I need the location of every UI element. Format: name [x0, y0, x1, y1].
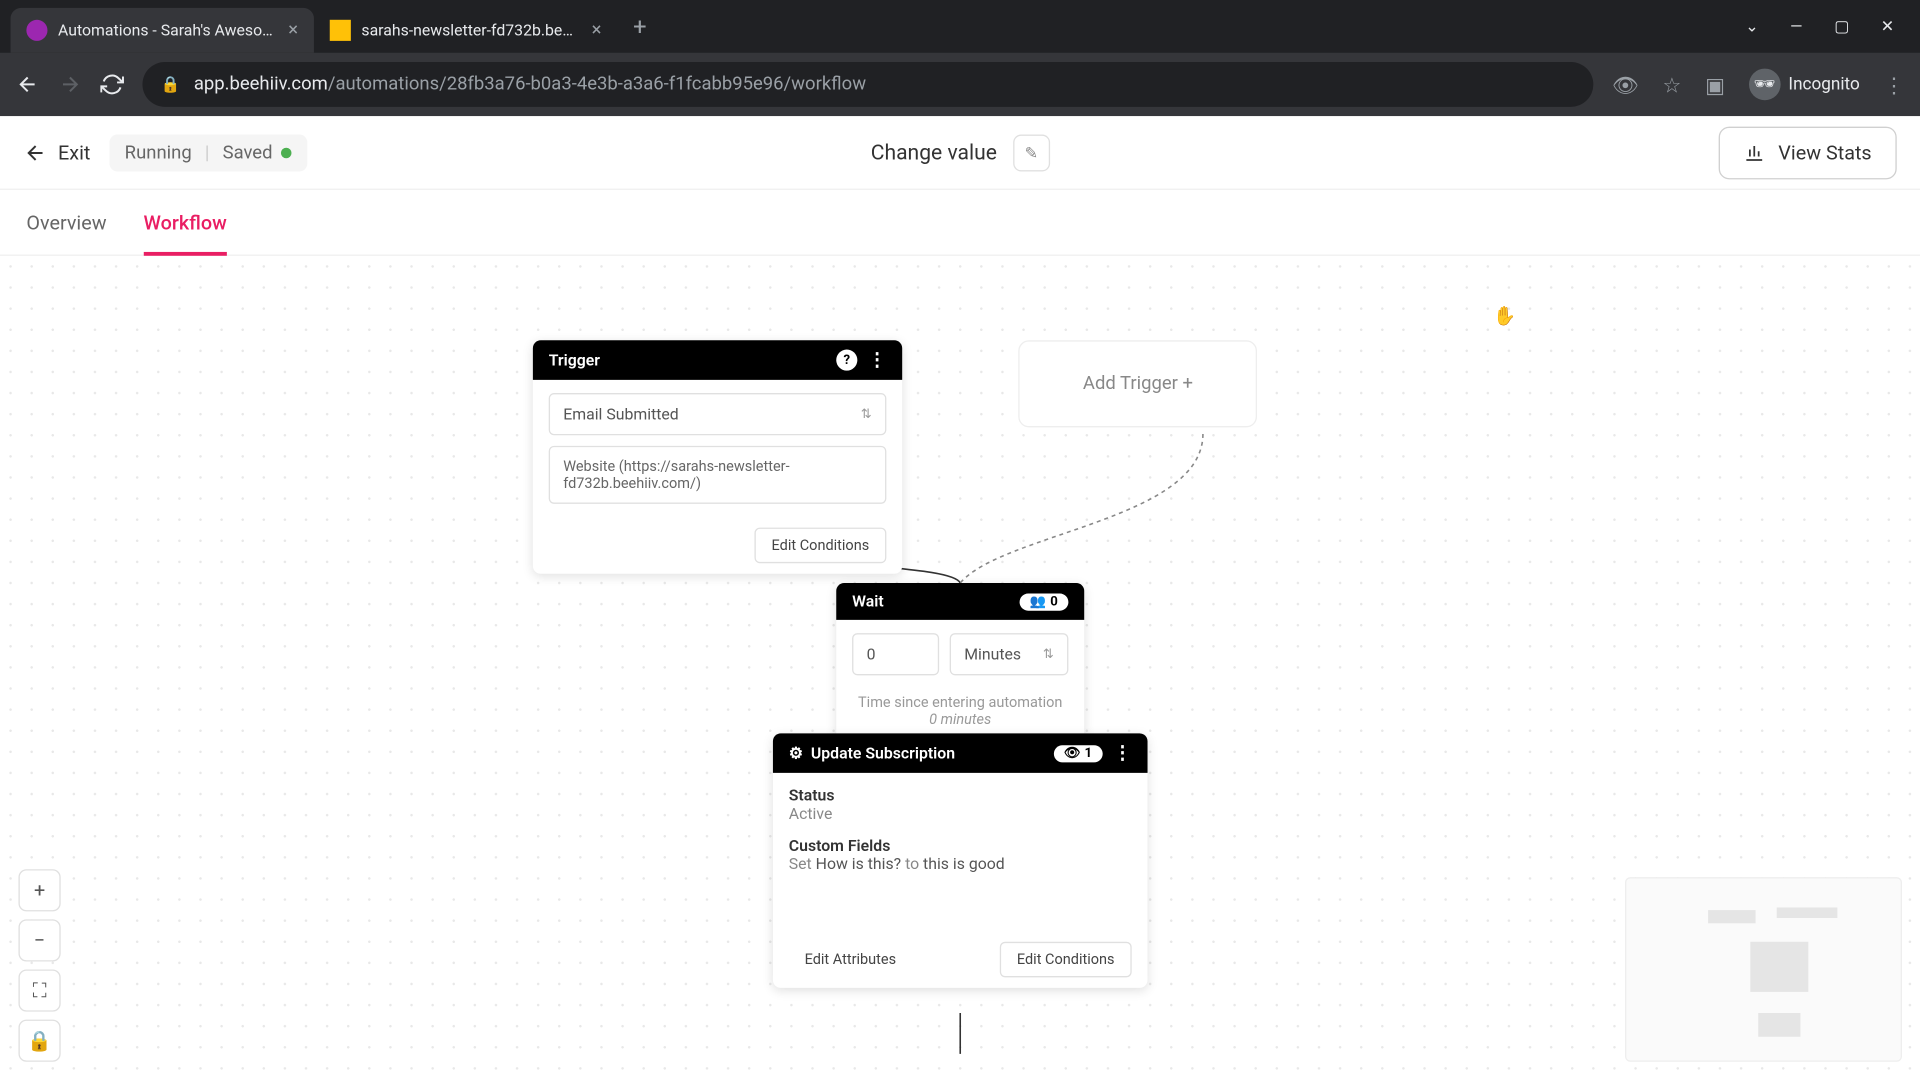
- user-edit-icon: ⚙: [789, 744, 803, 762]
- edit-conditions-button[interactable]: Edit Conditions: [754, 528, 886, 564]
- update-title: Update Subscription: [811, 744, 955, 762]
- status-label: Status: [789, 786, 1132, 804]
- edit-conditions-button[interactable]: Edit Conditions: [1000, 942, 1132, 978]
- kebab-icon[interactable]: ⋮: [868, 350, 886, 371]
- wait-header: Wait 👥 0: [836, 583, 1084, 620]
- browser-tab-strip: Automations - Sarah's Awesome × sarahs-n…: [0, 0, 1920, 53]
- close-icon[interactable]: ×: [288, 20, 298, 41]
- add-trigger-label: Add Trigger +: [1083, 373, 1193, 394]
- status-value: Active: [789, 805, 1132, 823]
- chevron-updown-icon: ⇅: [861, 407, 872, 422]
- menu-icon[interactable]: ⋮: [1884, 72, 1905, 97]
- reload-button[interactable]: [100, 73, 124, 97]
- window-controls: ⌄ ― ▢ ✕: [1745, 17, 1910, 35]
- url-host: app.beehiiv.com/automations/28fb3a76-b0a…: [194, 74, 866, 95]
- exit-label: Exit: [58, 140, 90, 164]
- wait-title: Wait: [852, 592, 884, 610]
- saved-dot-icon: [280, 147, 291, 158]
- tab-title: sarahs-newsletter-fd732b.beehii: [361, 21, 581, 39]
- chevron-updown-icon: ⇅: [1043, 647, 1054, 662]
- trigger-node[interactable]: Trigger ? ⋮ Email Submitted ⇅ Website (h…: [533, 340, 902, 573]
- forward-button[interactable]: [58, 73, 82, 97]
- incognito-icon: 🕶: [1749, 69, 1781, 101]
- canvas-controls: + − ⛶ 🔒: [18, 869, 60, 1062]
- bar-chart-icon: [1744, 142, 1765, 163]
- status-saved: Saved: [223, 142, 291, 163]
- fit-view-button[interactable]: ⛶: [18, 969, 60, 1011]
- zoom-out-button[interactable]: −: [18, 919, 60, 961]
- incognito-indicator[interactable]: 🕶 Incognito: [1749, 69, 1860, 101]
- custom-fields-value: Set How is this? to this is good: [789, 855, 1132, 873]
- status-running: Running: [125, 142, 192, 163]
- wait-value-input[interactable]: [852, 633, 939, 675]
- tab-favicon: [330, 20, 351, 41]
- trigger-header: Trigger ? ⋮: [533, 340, 902, 380]
- help-icon[interactable]: ?: [836, 350, 857, 371]
- minimize-icon[interactable]: ―: [1790, 17, 1802, 35]
- star-icon[interactable]: ☆: [1662, 72, 1681, 97]
- browser-toolbar: 🔒 app.beehiiv.com/automations/28fb3a76-b…: [0, 53, 1920, 116]
- app-tabs: Overview Workflow: [0, 190, 1920, 256]
- wait-unit-value: Minutes: [964, 645, 1021, 663]
- app-root: Exit Running | Saved Change value ✎ View…: [0, 116, 1920, 1080]
- eye-off-icon[interactable]: 👁: [1612, 72, 1639, 97]
- new-tab-button[interactable]: +: [617, 13, 662, 41]
- tab-title: Automations - Sarah's Awesome: [58, 21, 278, 39]
- browser-tab-2[interactable]: sarahs-newsletter-fd732b.beehii ×: [314, 8, 617, 53]
- update-header: ⚙ Update Subscription 👁 1 ⋮: [773, 733, 1148, 773]
- trigger-condition[interactable]: Website (https://sarahs-newsletter-fd732…: [549, 446, 887, 504]
- workflow-title-group: Change value ✎: [871, 134, 1050, 171]
- workflow-canvas[interactable]: Trigger ? ⋮ Email Submitted ⇅ Website (h…: [0, 256, 1920, 1080]
- trigger-title: Trigger: [549, 351, 600, 369]
- app-header: Exit Running | Saved Change value ✎ View…: [0, 116, 1920, 190]
- exit-button[interactable]: Exit: [24, 140, 91, 164]
- edit-attributes-button[interactable]: Edit Attributes: [789, 942, 912, 978]
- workflow-title: Change value: [871, 140, 997, 165]
- status-pill: Running | Saved: [109, 134, 307, 171]
- tab-favicon: [26, 20, 47, 41]
- add-trigger-button[interactable]: Add Trigger +: [1018, 340, 1257, 427]
- arrow-left-icon: [24, 140, 48, 164]
- address-bar[interactable]: 🔒 app.beehiiv.com/automations/28fb3a76-b…: [142, 62, 1593, 107]
- trigger-event-value: Email Submitted: [563, 405, 679, 423]
- update-count-badge: 👁 1: [1053, 745, 1102, 762]
- zoom-in-button[interactable]: +: [18, 869, 60, 911]
- close-window-icon[interactable]: ✕: [1881, 17, 1894, 35]
- edit-title-button[interactable]: ✎: [1013, 134, 1050, 171]
- maximize-icon[interactable]: ▢: [1834, 17, 1849, 35]
- wait-unit-select[interactable]: Minutes ⇅: [950, 633, 1069, 675]
- incognito-label: Incognito: [1788, 75, 1859, 95]
- lock-icon: 🔒: [161, 75, 181, 93]
- tab-overview[interactable]: Overview: [26, 190, 106, 255]
- extensions-icon[interactable]: ▣: [1705, 72, 1725, 97]
- wait-node[interactable]: Wait 👥 0 Minutes ⇅ Time since entering a…: [836, 583, 1084, 741]
- wait-count-badge: 👥 0: [1019, 593, 1068, 610]
- minimap[interactable]: [1625, 877, 1902, 1062]
- view-stats-label: View Stats: [1778, 140, 1871, 164]
- browser-tab-1[interactable]: Automations - Sarah's Awesome ×: [11, 8, 314, 53]
- back-button[interactable]: [16, 73, 40, 97]
- chevron-down-icon[interactable]: ⌄: [1745, 17, 1758, 35]
- close-icon[interactable]: ×: [592, 20, 602, 41]
- view-stats-button[interactable]: View Stats: [1719, 126, 1897, 179]
- lock-canvas-button[interactable]: 🔒: [18, 1020, 60, 1062]
- update-subscription-node[interactable]: ⚙ Update Subscription 👁 1 ⋮ Status Activ…: [773, 733, 1148, 988]
- trigger-event-select[interactable]: Email Submitted ⇅: [549, 393, 887, 435]
- grab-cursor-icon: ✋: [1493, 306, 1516, 327]
- tab-workflow[interactable]: Workflow: [144, 190, 227, 255]
- kebab-icon[interactable]: ⋮: [1113, 743, 1131, 764]
- custom-fields-label: Custom Fields: [789, 836, 1132, 854]
